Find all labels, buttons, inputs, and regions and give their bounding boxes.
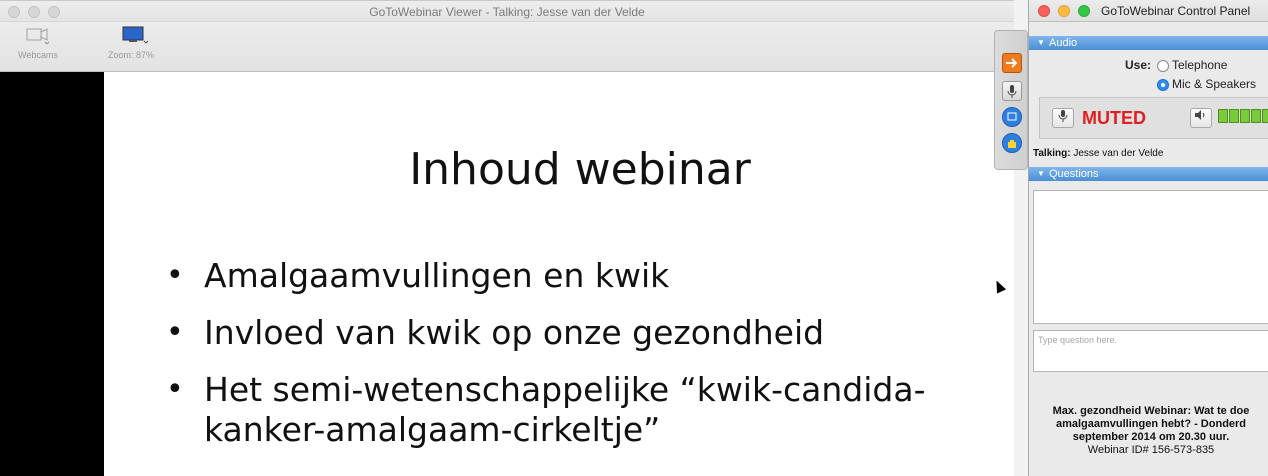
audio-section-header[interactable]: ▼ Audio bbox=[1029, 36, 1268, 50]
slide-bullets: • Amalgaamvullingen en kwik • Invloed van … bbox=[164, 256, 1024, 467]
close-button[interactable] bbox=[1038, 5, 1050, 17]
collapse-triangle-icon: ▼ bbox=[1037, 169, 1045, 178]
viewer-toolbar: Webcams Zoom: 87% bbox=[0, 22, 1014, 72]
microphone-icon bbox=[1058, 110, 1068, 122]
radio-mic-speakers[interactable] bbox=[1157, 78, 1169, 91]
use-label: Use: bbox=[1125, 58, 1152, 72]
zoom-button[interactable] bbox=[1078, 5, 1090, 17]
viewer-titlebar: GoToWebinar Viewer - Talking: Jesse van … bbox=[0, 0, 1014, 22]
viewer-window: GoToWebinar Viewer - Talking: Jesse van … bbox=[0, 0, 1014, 476]
speaker-button[interactable] bbox=[1190, 108, 1212, 128]
talking-label: Talking: bbox=[1033, 148, 1071, 159]
control-dock bbox=[994, 30, 1028, 170]
bullet-item: • Het semi-wetenschappelijke “kwik-candid… bbox=[166, 370, 926, 449]
bullet-item: • Invloed van kwik op onze gezondheid bbox=[166, 313, 825, 352]
panel-titlebar: GoToWebinar Control Panel bbox=[1029, 0, 1268, 22]
zoom-label: Zoom: 87% bbox=[108, 50, 155, 60]
webcam-icon bbox=[23, 28, 53, 46]
mute-box: MUTED bbox=[1039, 97, 1268, 139]
question-input[interactable]: Type question here. bbox=[1033, 330, 1268, 372]
talking-status: Talking: Jesse van der Velde bbox=[1033, 148, 1163, 159]
hand-icon bbox=[1008, 140, 1016, 148]
slide: Inhoud webinar • Amalgaamvullingen en kwi… bbox=[104, 72, 1014, 476]
screen-button[interactable] bbox=[1002, 107, 1022, 127]
radio-telephone[interactable] bbox=[1157, 59, 1169, 72]
mute-toggle-button[interactable] bbox=[1052, 108, 1074, 128]
presentation-area: Inhoud webinar • Amalgaamvullingen en kwi… bbox=[0, 72, 1014, 476]
webinar-title-line: september 2014 om 20.30 uur. bbox=[1072, 431, 1230, 443]
webcams-label: Webcams bbox=[18, 50, 58, 60]
questions-section-header[interactable]: ▼ Questions bbox=[1029, 167, 1268, 181]
control-panel: GoToWebinar Control Panel ▼ Audio Use: T… bbox=[1028, 0, 1268, 476]
slide-title: Inhoud webinar bbox=[409, 144, 751, 195]
muted-status: MUTED bbox=[1082, 108, 1146, 128]
viewer-title: GoToWebinar Viewer - Talking: Jesse van … bbox=[369, 5, 645, 19]
webinar-info: Max. gezondheid Webinar: Wat te doe amal… bbox=[1029, 405, 1268, 457]
speaker-icon bbox=[1195, 110, 1205, 120]
panel-title: GoToWebinar Control Panel bbox=[1101, 4, 1251, 18]
mic-speakers-option[interactable]: Mic & Speakers bbox=[1157, 77, 1256, 91]
letterbox-bar bbox=[0, 72, 104, 476]
microphone-button[interactable] bbox=[1002, 81, 1022, 101]
zoom-control[interactable]: Zoom: 87% bbox=[108, 26, 154, 60]
webinar-title-line: Max. gezondheid Webinar: Wat te doe bbox=[1052, 405, 1250, 417]
microphone-icon bbox=[1007, 85, 1017, 98]
webinar-id: Webinar ID# 156-573-835 bbox=[1087, 444, 1215, 456]
raise-hand-button[interactable] bbox=[1002, 133, 1022, 153]
minimize-button[interactable] bbox=[1058, 5, 1070, 17]
collapse-triangle-icon: ▼ bbox=[1037, 38, 1045, 47]
talking-name: Jesse van der Velde bbox=[1073, 148, 1164, 159]
webinar-title-line: amalgaamvullingen hebt? - Donderd bbox=[1055, 418, 1247, 430]
monitor-icon bbox=[113, 26, 149, 46]
arrow-right-icon bbox=[1006, 58, 1018, 68]
telephone-option[interactable]: Telephone bbox=[1157, 58, 1227, 72]
questions-log[interactable] bbox=[1033, 190, 1268, 324]
show-hide-panel-button[interactable] bbox=[1002, 53, 1022, 73]
bullet-item: • Amalgaamvullingen en kwik bbox=[166, 256, 670, 295]
screen-icon bbox=[1007, 112, 1017, 121]
webcams-button[interactable]: Webcams bbox=[18, 26, 58, 60]
